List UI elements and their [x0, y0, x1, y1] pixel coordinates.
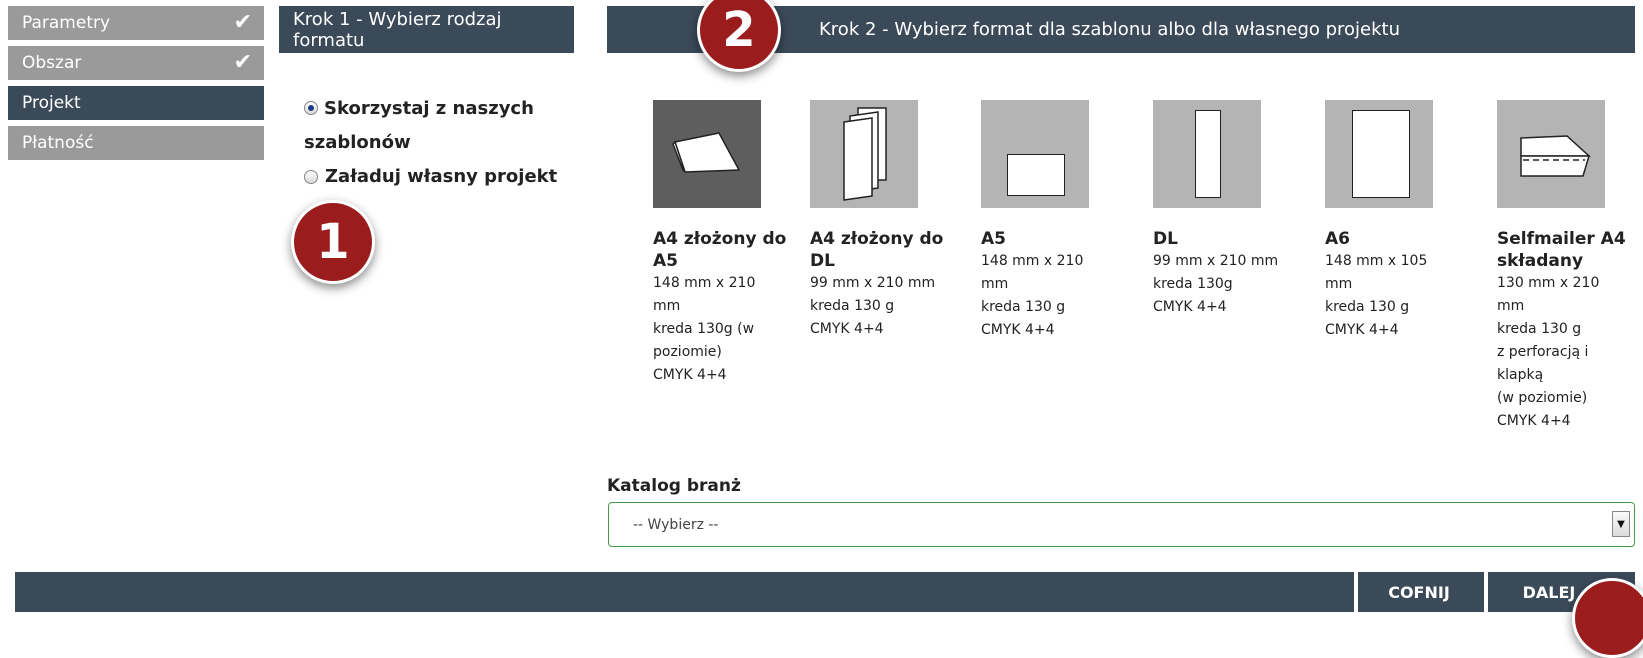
- format-card-a4-to-dl[interactable]: A4 złożony do DL 99 mm x 210 mm kreda 13…: [810, 100, 945, 341]
- format-desc: 99 mm x 210 mm kreda 130 g CMYK 4+4: [810, 275, 936, 337]
- format-desc: 148 mm x 210 mm kreda 130 g CMYK 4+4: [981, 253, 1084, 338]
- a6-sheet-icon[interactable]: [1325, 100, 1433, 208]
- sidebar: Parametry ✔ Obszar ✔ Projekt Płatność: [8, 6, 264, 166]
- sidebar-item-label: Obszar: [22, 53, 82, 73]
- radio-label: Załaduj własny projekt: [325, 166, 558, 187]
- katalog-label: Katalog branż: [607, 476, 741, 496]
- format-name: A4 złożony do A5: [653, 229, 787, 271]
- sidebar-item-label: Projekt: [22, 93, 81, 113]
- format-desc: 148 mm x 210 mm kreda 130g (w poziomie) …: [653, 275, 756, 383]
- step2-title: Krok 2 - Wybierz format dla szablonu alb…: [819, 19, 1401, 40]
- sidebar-item-obszar[interactable]: Obszar ✔: [8, 46, 264, 80]
- format-list: A4 złożony do A5 148 mm x 210 mm kreda 1…: [653, 100, 1633, 460]
- format-name: Selfmailer A4 składany: [1497, 229, 1626, 271]
- format-desc: 148 mm x 105 mm kreda 130 g CMYK 4+4: [1325, 253, 1428, 338]
- format-name: DL: [1153, 229, 1178, 249]
- step-badge-2: 2: [697, 0, 781, 72]
- check-icon: ✔: [233, 10, 252, 35]
- selfmailer-folded-icon[interactable]: [1497, 100, 1605, 208]
- format-card-a4-to-a5[interactable]: A4 złożony do A5 148 mm x 210 mm kreda 1…: [653, 100, 788, 387]
- format-desc: 99 mm x 210 mm kreda 130g CMYK 4+4: [1153, 253, 1279, 315]
- folded-a4-dl-icon[interactable]: [810, 100, 918, 208]
- step-badge-3: [1572, 578, 1643, 658]
- folded-a4-a5-icon[interactable]: [653, 100, 761, 208]
- step1-title: Krok 1 - Wybierz rodzaj formatu: [293, 8, 502, 51]
- format-type-radio-group: Skorzystaj z naszych szablonów Załaduj w…: [304, 92, 564, 194]
- katalog-selected-value: -- Wybierz --: [633, 516, 719, 533]
- radio-use-templates[interactable]: Skorzystaj z naszych szablonów: [304, 92, 564, 160]
- sidebar-item-platnosc[interactable]: Płatność: [8, 126, 264, 160]
- dropdown-arrow-icon[interactable]: ▼: [1612, 511, 1630, 537]
- radio-checked-icon[interactable]: [304, 101, 318, 115]
- format-desc: 130 mm x 210 mm kreda 130 g z perforacją…: [1497, 275, 1600, 429]
- dl-sheet-icon[interactable]: [1153, 100, 1261, 208]
- step-badge-1: 1: [291, 200, 375, 284]
- a5-sheet-icon[interactable]: [981, 100, 1089, 208]
- radio-label: Skorzystaj z naszych szablonów: [304, 98, 534, 153]
- format-name: A6: [1325, 229, 1350, 249]
- format-card-a5[interactable]: A5 148 mm x 210 mm kreda 130 g CMYK 4+4: [981, 100, 1116, 342]
- sidebar-item-parametry[interactable]: Parametry ✔: [8, 6, 264, 40]
- format-card-dl[interactable]: DL 99 mm x 210 mm kreda 130g CMYK 4+4: [1153, 100, 1288, 319]
- step1-header: Krok 1 - Wybierz rodzaj formatu: [279, 6, 574, 53]
- radio-unchecked-icon[interactable]: [304, 170, 318, 184]
- format-name: A5: [981, 229, 1006, 249]
- format-name: A4 złożony do DL: [810, 229, 944, 271]
- back-button[interactable]: COFNIJ: [1354, 572, 1480, 612]
- katalog-select[interactable]: -- Wybierz -- ▼: [608, 502, 1635, 547]
- sidebar-item-projekt[interactable]: Projekt: [8, 86, 264, 120]
- radio-upload-own-project[interactable]: Załaduj własny projekt: [304, 160, 564, 194]
- sidebar-item-label: Płatność: [22, 133, 94, 153]
- format-card-a6[interactable]: A6 148 mm x 105 mm kreda 130 g CMYK 4+4: [1325, 100, 1460, 342]
- sidebar-item-label: Parametry: [22, 13, 111, 33]
- format-card-selfmailer[interactable]: Selfmailer A4 składany 130 mm x 210 mm k…: [1497, 100, 1632, 433]
- check-icon: ✔: [233, 50, 252, 75]
